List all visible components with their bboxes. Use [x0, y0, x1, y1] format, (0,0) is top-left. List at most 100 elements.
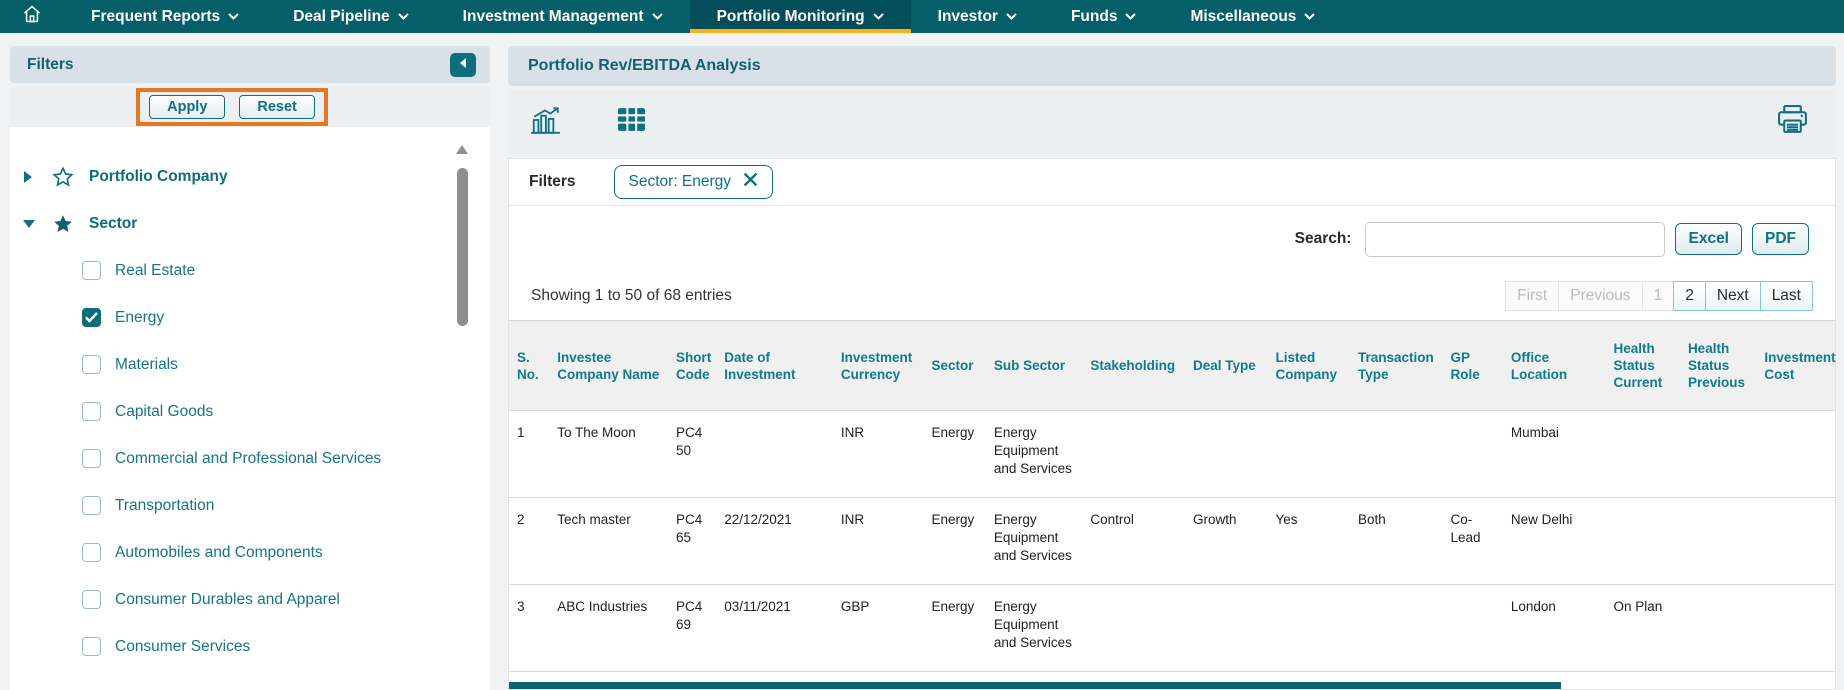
table-cell: [1350, 411, 1443, 498]
star-outline-icon[interactable]: [52, 166, 74, 188]
column-header-gp-role[interactable]: GP Role: [1443, 321, 1503, 411]
column-header-health-status-current[interactable]: Health Status Current: [1606, 321, 1680, 411]
column-header-investment-currency[interactable]: Investment Currency: [833, 321, 924, 411]
table-cell: 3: [509, 585, 549, 672]
checkbox-unchecked[interactable]: [82, 590, 101, 609]
nav-item-portfolio-monitoring[interactable]: Portfolio Monitoring: [690, 0, 911, 33]
column-header-investee-company-name[interactable]: Investee Company Name: [549, 321, 668, 411]
table-cell: [1606, 498, 1680, 585]
column-header-s-no[interactable]: S. No.: [509, 321, 549, 411]
table-cell: [1680, 585, 1756, 672]
checkbox-unchecked[interactable]: [82, 543, 101, 562]
table-info-row: Showing 1 to 50 of 68 entries FirstPrevi…: [509, 272, 1835, 320]
table-header-row: S. No.Investee Company NameShort CodeDat…: [509, 321, 1835, 411]
chevron-collapsed-icon[interactable]: [22, 170, 37, 184]
column-header-listed-company[interactable]: Listed Company: [1268, 321, 1350, 411]
checkbox-unchecked[interactable]: [82, 355, 101, 374]
nav-item-miscellaneous[interactable]: Miscellaneous: [1163, 0, 1342, 33]
nav-item-label: Miscellaneous: [1190, 8, 1296, 26]
search-input[interactable]: [1365, 222, 1665, 257]
table-cell: Energy: [923, 585, 985, 672]
filter-option-capital-goods[interactable]: Capital Goods: [10, 388, 490, 435]
nav-item-frequent-reports[interactable]: Frequent Reports: [64, 0, 266, 33]
checkbox-unchecked[interactable]: [82, 496, 101, 515]
filter-option-consumer-services[interactable]: Consumer Services: [10, 623, 490, 670]
table-cell: ABC Industries: [549, 585, 668, 672]
nav-item-investor[interactable]: Investor: [911, 0, 1044, 33]
reset-button[interactable]: Reset: [239, 95, 315, 119]
table-cell: PC465: [668, 498, 716, 585]
close-icon[interactable]: [743, 172, 758, 192]
table-cell: London: [1503, 585, 1606, 672]
checkbox-unchecked[interactable]: [82, 402, 101, 421]
table-cell: INR: [833, 411, 924, 498]
filter-group-sector[interactable]: Sector: [10, 200, 490, 247]
nav-item-deal-pipeline[interactable]: Deal Pipeline: [266, 0, 435, 33]
column-header-office-location[interactable]: Office Location: [1503, 321, 1606, 411]
column-header-sector[interactable]: Sector: [923, 321, 985, 411]
table-cell: Growth: [1185, 498, 1267, 585]
filter-chip-sector-energy[interactable]: Sector: Energy: [614, 165, 774, 199]
column-header-stakeholding[interactable]: Stakeholding: [1082, 321, 1185, 411]
column-header-investment-cost[interactable]: Investment Cost: [1756, 321, 1835, 411]
filter-group-portfolio-company[interactable]: Portfolio Company: [10, 153, 490, 200]
column-header-deal-type[interactable]: Deal Type: [1185, 321, 1267, 411]
column-header-transaction-type[interactable]: Transaction Type: [1350, 321, 1443, 411]
nav-item-investment-management[interactable]: Investment Management: [436, 0, 690, 33]
filter-option-transportation[interactable]: Transportation: [10, 482, 490, 529]
collapse-panel-icon: [457, 56, 469, 74]
export-excel-button[interactable]: Excel: [1675, 223, 1742, 255]
view-toolbar: [508, 90, 1836, 154]
chevron-down-icon: [652, 13, 663, 20]
table-cell: Energy: [923, 411, 985, 498]
chart-view-button[interactable]: [530, 106, 562, 139]
column-header-date-of-investment[interactable]: Date of Investment: [716, 321, 833, 411]
filter-option-commercial-and-professional-services[interactable]: Commercial and Professional Services: [10, 435, 490, 482]
filter-option-real-estate[interactable]: Real Estate: [10, 247, 490, 294]
scrollbar-up-arrow-icon[interactable]: [456, 145, 468, 154]
table-cell: [1082, 411, 1185, 498]
column-header-sub-sector[interactable]: Sub Sector: [986, 321, 1083, 411]
filter-option-label: Real Estate: [115, 262, 195, 280]
table-row: 2Tech masterPC46522/12/2021INREnergyEner…: [509, 498, 1835, 585]
filter-option-label: Materials: [115, 356, 178, 374]
apply-button[interactable]: Apply: [149, 95, 225, 119]
filter-option-label: Commercial and Professional Services: [115, 450, 381, 468]
page-title: Portfolio Rev/EBITDA Analysis: [528, 57, 761, 75]
filter-option-consumer-durables-and-apparel[interactable]: Consumer Durables and Apparel: [10, 576, 490, 623]
page-button-next[interactable]: Next: [1705, 281, 1761, 311]
filter-option-automobiles-and-components[interactable]: Automobiles and Components: [10, 529, 490, 576]
page-button-2[interactable]: 2: [1673, 281, 1706, 311]
table-cell: 03/11/2021: [716, 585, 833, 672]
star-filled-icon[interactable]: [52, 213, 74, 235]
main-panel: Portfolio Rev/EBITDA Analysis: [508, 46, 1836, 690]
checkbox-unchecked[interactable]: [82, 261, 101, 280]
table-cell: Control: [1082, 498, 1185, 585]
chevron-expanded-icon[interactable]: [22, 218, 37, 229]
filter-option-materials[interactable]: Materials: [10, 341, 490, 388]
chevron-down-icon: [1006, 13, 1017, 20]
nav-item-label: Funds: [1071, 8, 1118, 26]
column-header-health-status-previous[interactable]: Health Status Previous: [1680, 321, 1756, 411]
scrollbar-thumb[interactable]: [457, 168, 468, 326]
search-label: Search:: [1295, 230, 1352, 248]
top-navigation: Frequent ReportsDeal PipelineInvestment …: [0, 0, 1844, 33]
sidebar-scrollbar[interactable]: [456, 145, 468, 684]
checkbox-unchecked[interactable]: [82, 637, 101, 656]
table-cell: New Delhi: [1503, 498, 1606, 585]
table-view-button[interactable]: [618, 108, 645, 136]
print-button[interactable]: [1777, 105, 1808, 139]
checkbox-unchecked[interactable]: [82, 449, 101, 468]
checkbox-checked[interactable]: [82, 308, 101, 327]
home-button[interactable]: [0, 0, 64, 33]
page-button-last[interactable]: Last: [1760, 281, 1813, 311]
showing-entries-text: Showing 1 to 50 of 68 entries: [531, 287, 732, 305]
filter-option-energy[interactable]: Energy: [10, 294, 490, 341]
nav-item-funds[interactable]: Funds: [1044, 0, 1164, 33]
column-header-short-code[interactable]: Short Code: [668, 321, 716, 411]
collapse-sidebar-button[interactable]: [450, 53, 476, 77]
export-pdf-button[interactable]: PDF: [1752, 223, 1809, 255]
page-title-bar: Portfolio Rev/EBITDA Analysis: [508, 46, 1836, 86]
table-cell: [1680, 498, 1756, 585]
table-body: 1To The MoonPC450INREnergyEnergy Equipme…: [509, 411, 1835, 672]
